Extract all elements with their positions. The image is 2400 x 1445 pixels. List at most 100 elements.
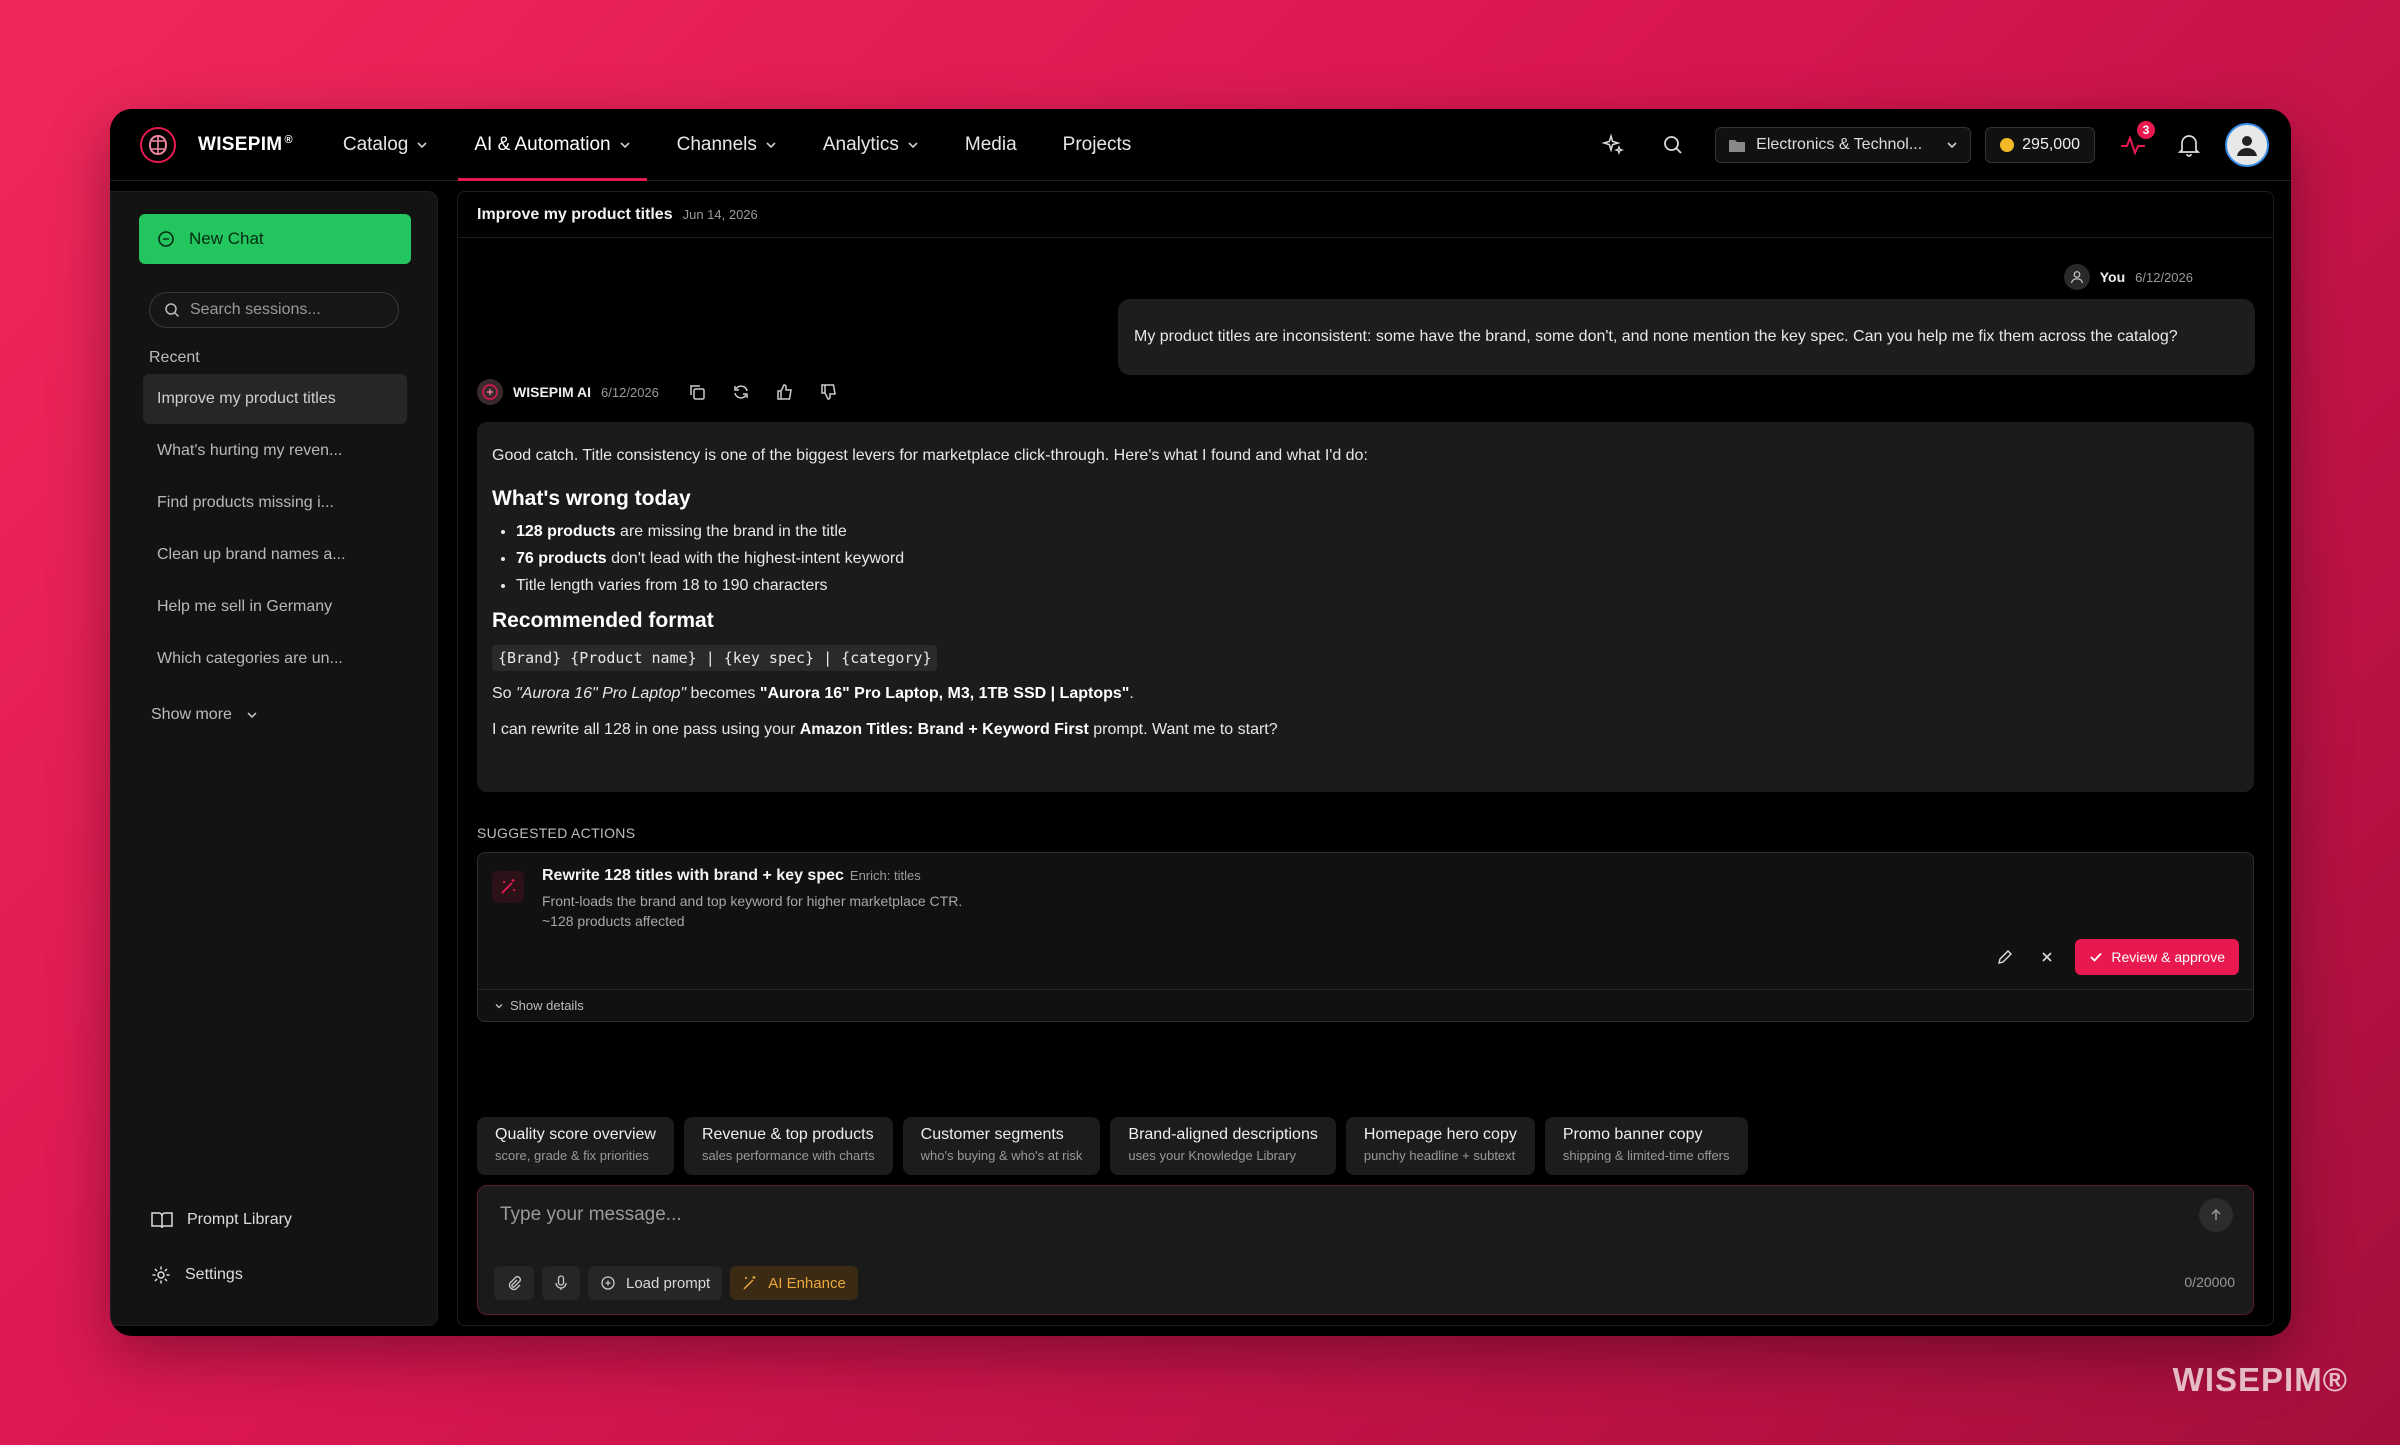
brand-name: WISEPIM ® <box>198 133 293 155</box>
suggested-action-card: Rewrite 128 titles with brand + key spec… <box>477 852 2254 1022</box>
check-icon <box>2090 952 2103 962</box>
chevron-down-icon <box>766 141 776 148</box>
ai-heading-format: Recommended format <box>492 609 714 632</box>
user-icon <box>2063 264 2090 290</box>
chat-bubble-icon <box>158 231 174 247</box>
user-message: My product titles are inconsistent: some… <box>1118 299 2255 375</box>
dismiss-suggestion-button[interactable] <box>2033 943 2061 971</box>
ai-closing: I can rewrite all 128 in one pass using … <box>492 721 1278 738</box>
coin-icon <box>2000 138 2015 152</box>
arrow-up-icon <box>2211 1208 2221 1220</box>
global-search-button[interactable] <box>1653 125 1693 165</box>
magic-wand-icon <box>743 1276 756 1290</box>
session-item[interactable]: Find products missing i... <box>143 478 407 528</box>
ai-message: Good catch. Title consistency is one of … <box>477 422 2254 792</box>
chat-title: Improve my product titles <box>477 205 673 223</box>
composer-tools: Load prompt AI Enhance <box>494 1266 858 1300</box>
quick-prompts: Quality score overview score, grade & fix… <box>477 1117 1748 1175</box>
list-item: 128 products are missing the brand in th… <box>516 523 2239 541</box>
magic-wand-icon <box>492 871 524 903</box>
thumbs-down-button[interactable] <box>815 378 843 406</box>
edit-suggestion-button[interactable] <box>1991 943 2019 971</box>
chevron-down-icon <box>247 712 257 719</box>
suggested-actions-label: SUGGESTED ACTIONS <box>477 825 636 841</box>
session-item[interactable]: Clean up brand names a... <box>143 530 407 580</box>
format-code: {Brand} {Product name} | {key spec} | {c… <box>492 645 938 671</box>
session-item[interactable]: Which categories are un... <box>143 634 407 684</box>
quick-prompt-chip[interactable]: Customer segments who's buying & who's at… <box>902 1117 1101 1175</box>
attach-button[interactable] <box>494 1266 534 1300</box>
main-nav: Catalog AI & Automation Channels Analyti… <box>327 109 1161 181</box>
nav-media[interactable]: Media <box>949 109 1033 181</box>
nav-channels[interactable]: Channels <box>661 109 793 181</box>
message-composer: Load prompt AI Enhance 0/20000 <box>477 1185 2254 1315</box>
top-navigation: WISEPIM ® Catalog AI & Automation Channel… <box>110 109 2291 181</box>
book-icon <box>151 1212 173 1229</box>
activity-alerts-button[interactable]: 3 <box>2113 121 2155 165</box>
chevron-down-icon <box>620 141 630 148</box>
character-counter: 0/20000 <box>2184 1274 2235 1290</box>
brand-watermark: WISEPIM® <box>2172 1361 2348 1398</box>
nav-catalog[interactable]: Catalog <box>327 109 445 181</box>
chevron-down-icon <box>908 141 918 148</box>
nav-projects[interactable]: Projects <box>1047 109 1148 181</box>
search-sessions-input[interactable] <box>190 301 380 319</box>
prompt-icon <box>601 1276 615 1290</box>
quick-prompt-chip[interactable]: Promo banner copy shipping & limited-time… <box>1544 1117 1748 1175</box>
quick-prompt-chip[interactable]: Quality score overview score, grade & fix… <box>477 1117 674 1175</box>
user-icon <box>2237 136 2257 156</box>
copy-button[interactable] <box>683 378 711 406</box>
chat-panel: Improve my product titles Jun 14, 2026 Y… <box>457 191 2274 1326</box>
list-item: Title length varies from 18 to 190 chara… <box>516 577 2239 595</box>
brand-logo[interactable]: WISEPIM ® <box>138 125 293 165</box>
message-input[interactable] <box>500 1204 2160 1234</box>
settings-link[interactable]: Settings <box>151 1265 243 1285</box>
user-avatar[interactable] <box>2225 123 2269 167</box>
chat-date: Jun 14, 2026 <box>682 207 758 222</box>
quick-prompt-chip[interactable]: Revenue & top products sales performance … <box>683 1117 893 1175</box>
session-list: Improve my product titles What's hurting… <box>143 374 407 686</box>
send-button[interactable] <box>2199 1198 2233 1232</box>
search-icon <box>165 303 180 318</box>
alerts-count-badge: 3 <box>2137 121 2155 139</box>
store-selector[interactable]: Electronics & Technol... <box>1715 127 1972 163</box>
prompt-library-link[interactable]: Prompt Library <box>151 1211 292 1229</box>
nav-analytics[interactable]: Analytics <box>807 109 935 181</box>
regenerate-button[interactable] <box>727 378 755 406</box>
issue-list: 128 products are missing the brand in th… <box>516 523 2239 595</box>
thumbs-up-icon <box>777 384 792 400</box>
thumbs-up-button[interactable] <box>771 378 799 406</box>
show-more-sessions[interactable]: Show more <box>151 706 258 724</box>
ai-avatar-icon <box>477 379 503 405</box>
session-item[interactable]: Help me sell in Germany <box>143 582 407 632</box>
ai-heading-issues: What's wrong today <box>492 487 691 510</box>
sidebar: New Chat Recent Improve my product title… <box>110 191 438 1326</box>
folder-icon <box>1729 140 1746 152</box>
chevron-down-icon <box>1947 142 1957 149</box>
notifications-button[interactable] <box>2169 125 2209 165</box>
session-item[interactable]: What's hurting my reven... <box>143 426 407 476</box>
suggestion-description: Front-loads the brand and top keyword fo… <box>542 893 963 929</box>
quick-prompt-chip[interactable]: Homepage hero copy punchy headline + subt… <box>1345 1117 1535 1175</box>
app-window: WISEPIM ® Catalog AI & Automation Channel… <box>110 109 2291 1336</box>
nav-right-tools: Electronics & Technol... 295,000 3 <box>1593 109 2269 181</box>
quick-prompt-chip[interactable]: Brand-aligned descriptions uses your Know… <box>1110 1117 1336 1175</box>
recent-label: Recent <box>149 349 200 366</box>
ai-enhance-button[interactable]: AI Enhance <box>730 1266 858 1300</box>
voice-input-button[interactable] <box>542 1266 580 1300</box>
chat-header: Improve my product titles Jun 14, 2026 <box>458 192 2273 238</box>
load-prompt-button[interactable]: Load prompt <box>588 1266 723 1300</box>
chevron-down-icon <box>495 1003 503 1008</box>
nav-ai-automation[interactable]: AI & Automation <box>458 109 647 181</box>
session-item[interactable]: Improve my product titles <box>143 374 407 424</box>
ai-sparkle-button[interactable] <box>1593 125 1633 165</box>
new-chat-button[interactable]: New Chat <box>139 214 411 264</box>
session-search <box>149 292 399 328</box>
sparkle-icon <box>1601 133 1625 155</box>
ai-message-meta: WISEPIM AI 6/12/2026 <box>477 378 849 406</box>
bell-icon <box>2178 135 2200 157</box>
ai-intro: Good catch. Title consistency is one of … <box>492 447 1368 464</box>
show-details-toggle[interactable]: Show details <box>478 989 2253 1021</box>
review-approve-button[interactable]: Review & approve <box>2075 939 2239 975</box>
credits-balance[interactable]: 295,000 <box>1985 127 2095 163</box>
